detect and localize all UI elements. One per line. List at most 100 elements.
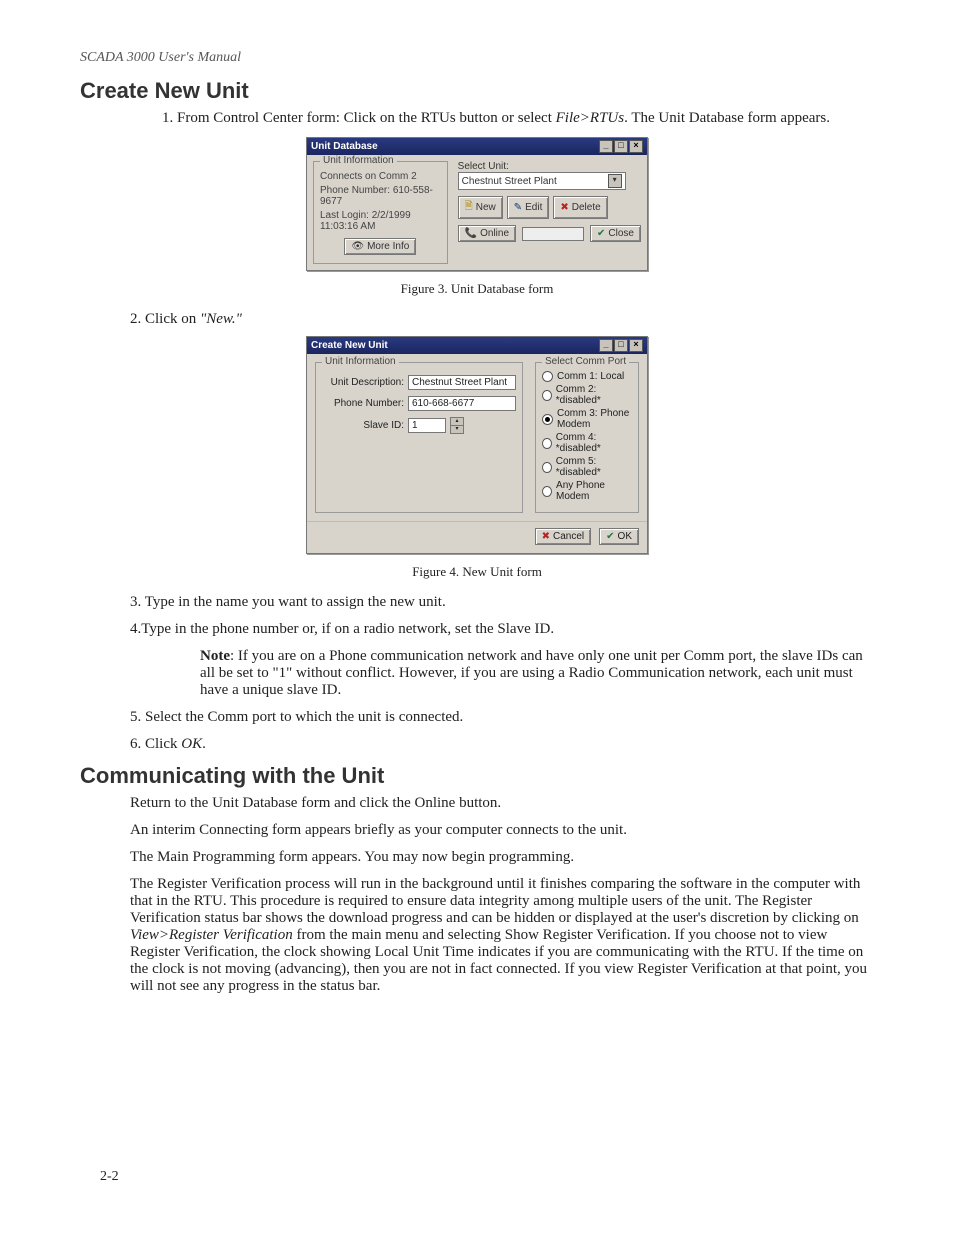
close-button[interactable]: ✔ Close xyxy=(590,225,641,242)
heading-create-new-unit: Create New Unit xyxy=(80,78,874,104)
unit-description-label: Unit Description: xyxy=(322,377,404,388)
titlebar: Create New Unit _ □ × xyxy=(307,337,647,354)
step-5: 5. Select the Comm port to which the uni… xyxy=(130,709,874,726)
note-body: : If you are on a Phone communication ne… xyxy=(200,648,863,698)
step-6b: OK xyxy=(181,736,202,752)
close-label: Close xyxy=(608,228,634,239)
new-icon: 🗎 xyxy=(465,199,473,216)
online-label: Online xyxy=(480,228,509,239)
online-icon: 📞 xyxy=(465,228,477,239)
more-info-label: More Info xyxy=(367,241,409,252)
slave-id-input[interactable]: 1 xyxy=(408,418,446,433)
window-buttons: _ □ × xyxy=(599,339,643,352)
radio-icon xyxy=(542,390,552,401)
step-1-text-c: . The Unit Database form appears. xyxy=(624,110,830,126)
minimize-icon[interactable]: _ xyxy=(599,140,613,153)
step-1: 1. From Control Center form: Click on th… xyxy=(180,110,874,127)
online-button[interactable]: 📞 Online xyxy=(458,225,516,242)
radio-icon xyxy=(542,371,553,382)
radio-icon xyxy=(542,438,552,449)
legend: Unit Information xyxy=(322,356,399,367)
comm4-label: Comm 4: *disabled* xyxy=(556,432,632,454)
select-comm-port-group: Select Comm Port Comm 1: Local Comm 2: *… xyxy=(535,362,639,513)
cancel-icon: ✖ xyxy=(542,531,550,542)
comm-p1: Return to the Unit Database form and cli… xyxy=(130,795,874,812)
slave-id-label: Slave ID: xyxy=(322,420,404,431)
step-1-menu-path: File>RTUs xyxy=(556,110,624,126)
step-6c: . xyxy=(202,736,206,752)
edit-label: Edit xyxy=(525,202,542,213)
ok-label: OK xyxy=(618,531,632,542)
any-phone-modem-radio[interactable]: Any Phone Modem xyxy=(542,480,632,502)
any-phone-modem-label: Any Phone Modem xyxy=(556,480,632,502)
step-6: 6. Click OK. xyxy=(130,736,874,753)
unit-information-group: Unit Information Unit Description: Chest… xyxy=(315,362,523,513)
comm-p4-menu-path: View>Register Verification xyxy=(130,927,293,943)
note-label: Note xyxy=(200,648,230,664)
radio-icon xyxy=(542,414,553,425)
figure-3-caption: Figure 3. Unit Database form xyxy=(80,281,874,297)
note-block: Note: If you are on a Phone communicatio… xyxy=(200,648,874,699)
figure-4-create-new-unit-window: Create New Unit _ □ × Unit Information U… xyxy=(306,336,648,554)
edit-icon: ✎ xyxy=(514,202,522,213)
radio-icon xyxy=(542,462,552,473)
step-2-text-a: 2. Click on xyxy=(130,311,200,327)
comm-p4a: The Register Verification process will r… xyxy=(130,876,860,926)
step-2: 2. Click on "New." xyxy=(130,311,874,328)
lastlogin-line: Last Login: 2/2/1999 11:03:16 AM xyxy=(320,210,441,232)
legend: Select Comm Port xyxy=(542,356,629,367)
close-icon[interactable]: × xyxy=(629,140,643,153)
step-6a: 6. Click xyxy=(130,736,181,752)
more-info-button[interactable]: 👁 More Info xyxy=(344,238,416,255)
phone-number-input[interactable]: 610-668-6677 xyxy=(408,396,516,411)
chevron-down-icon: ▾ xyxy=(451,426,463,433)
comm5-label: Comm 5: *disabled* xyxy=(556,456,632,478)
select-unit-value: Chestnut Street Plant xyxy=(462,176,557,187)
maximize-icon[interactable]: □ xyxy=(614,140,628,153)
slave-id-stepper[interactable]: ▴ ▾ xyxy=(450,417,464,434)
maximize-icon[interactable]: □ xyxy=(614,339,628,352)
step-4: 4.Type in the phone number or, if on a r… xyxy=(130,621,874,638)
comm3-radio[interactable]: Comm 3: Phone Modem xyxy=(542,408,632,430)
comm2-radio[interactable]: Comm 2: *disabled* xyxy=(542,384,632,406)
unit-description-input[interactable]: Chestnut Street Plant xyxy=(408,375,516,390)
comm1-label: Comm 1: Local xyxy=(557,371,624,382)
minimize-icon[interactable]: _ xyxy=(599,339,613,352)
groupbox-legend: Unit Information xyxy=(320,155,397,166)
figure-4-caption: Figure 4. New Unit form xyxy=(80,564,874,580)
step-3: 3. Type in the name you want to assign t… xyxy=(130,594,874,611)
radio-icon xyxy=(542,486,552,497)
titlebar: Unit Database _ □ × xyxy=(307,138,647,155)
chevron-up-icon: ▴ xyxy=(451,418,463,426)
unit-information-group: Unit Information Connects on Comm 2 Phon… xyxy=(313,161,448,264)
phone-number-label: Phone Number: xyxy=(322,398,404,409)
comm5-radio[interactable]: Comm 5: *disabled* xyxy=(542,456,632,478)
select-unit-dropdown[interactable]: Chestnut Street Plant ▾ xyxy=(458,172,626,190)
window-buttons: _ □ × xyxy=(599,140,643,153)
comm1-radio[interactable]: Comm 1: Local xyxy=(542,371,632,382)
figure-3-unit-database-window: Unit Database _ □ × Unit Information Con… xyxy=(306,137,648,271)
close-icon[interactable]: × xyxy=(629,339,643,352)
select-unit-label: Select Unit: xyxy=(458,161,641,172)
ok-button[interactable]: ✔ OK xyxy=(599,528,639,545)
heading-communicating: Communicating with the Unit xyxy=(80,763,874,789)
page-number: 2-2 xyxy=(100,1169,119,1185)
new-button[interactable]: 🗎 New xyxy=(458,196,503,219)
cancel-label: Cancel xyxy=(553,531,584,542)
step-1-text-a: 1. From Control Center form: Click on th… xyxy=(162,110,556,126)
window-title: Unit Database xyxy=(311,141,378,152)
comm-p2: An interim Connecting form appears brief… xyxy=(130,822,874,839)
delete-label: Delete xyxy=(572,202,601,213)
window-title: Create New Unit xyxy=(311,340,388,351)
comm4-radio[interactable]: Comm 4: *disabled* xyxy=(542,432,632,454)
delete-button[interactable]: ✖ Delete xyxy=(553,196,607,219)
check-icon: ✔ xyxy=(597,228,605,239)
cancel-button[interactable]: ✖ Cancel xyxy=(535,528,592,545)
edit-button[interactable]: ✎ Edit xyxy=(507,196,550,219)
comm-p3: The Main Programming form appears. You m… xyxy=(130,849,874,866)
phone-line: Phone Number: 610-558-9677 xyxy=(320,185,441,207)
check-icon: ✔ xyxy=(606,531,614,542)
running-header: SCADA 3000 User's Manual xyxy=(80,50,874,66)
comm2-label: Comm 2: *disabled* xyxy=(556,384,632,406)
new-label: New xyxy=(476,202,496,213)
